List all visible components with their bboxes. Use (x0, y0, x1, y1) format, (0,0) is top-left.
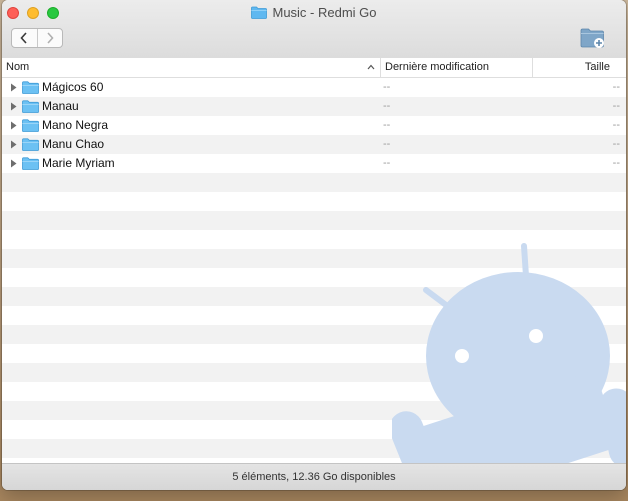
folder-icon (22, 157, 39, 170)
column-modified-header[interactable]: Dernière modification (380, 58, 532, 77)
finder-window: Music - Redmi Go Nom Dernière modificati… (2, 0, 626, 490)
list-item[interactable]: Mano Negra -- -- (2, 116, 626, 135)
list-item[interactable]: Mágicos 60 -- -- (2, 78, 626, 97)
file-modified: -- (383, 81, 391, 93)
sort-ascending-icon[interactable] (367, 64, 375, 70)
file-name: Manau (42, 99, 79, 113)
file-name: Manu Chao (42, 137, 105, 151)
file-modified: -- (383, 138, 391, 150)
column-name-header[interactable]: Nom (6, 58, 376, 77)
disclosure-triangle-icon[interactable] (10, 102, 17, 111)
folder-icon (22, 119, 39, 132)
folder-icon (22, 81, 39, 94)
file-name: Mágicos 60 (42, 80, 104, 94)
disclosure-triangle-icon[interactable] (10, 159, 17, 168)
navigation-buttons (11, 28, 63, 48)
list-item[interactable]: Marie Myriam -- -- (2, 154, 626, 173)
forward-button[interactable] (36, 29, 63, 47)
file-size: -- (612, 119, 620, 131)
disclosure-triangle-icon[interactable] (10, 121, 17, 130)
file-name: Marie Myriam (42, 156, 115, 170)
file-size: -- (612, 157, 620, 169)
folder-icon (22, 138, 39, 151)
file-modified: -- (383, 119, 391, 131)
list-item[interactable]: Manu Chao -- -- (2, 135, 626, 154)
file-modified: -- (383, 157, 391, 169)
list-item[interactable]: Manau -- -- (2, 97, 626, 116)
file-size: -- (612, 138, 620, 150)
file-size: -- (612, 81, 620, 93)
title-bar: Music - Redmi Go (2, 0, 626, 59)
folder-icon (22, 100, 39, 113)
disclosure-triangle-icon[interactable] (10, 140, 17, 149)
chevron-left-icon (20, 32, 27, 44)
window-title: Music - Redmi Go (272, 5, 377, 20)
disclosure-triangle-icon[interactable] (10, 83, 17, 92)
file-name: Mano Negra (42, 118, 109, 132)
window-title-area: Music - Redmi Go (2, 5, 626, 20)
folder-icon (251, 6, 268, 19)
column-header: Nom Dernière modification Taille (2, 58, 626, 78)
android-logo-icon (392, 243, 626, 463)
new-folder-icon[interactable] (580, 27, 606, 49)
column-size-header[interactable]: Taille (532, 58, 626, 77)
back-button[interactable] (12, 29, 37, 47)
chevron-right-icon (47, 32, 54, 44)
file-modified: -- (383, 100, 391, 112)
file-list: Mágicos 60 -- -- Manau -- -- Mano Negra … (2, 78, 626, 463)
file-size: -- (612, 100, 620, 112)
status-bar: 5 éléments, 12.36 Go disponibles (2, 463, 626, 490)
